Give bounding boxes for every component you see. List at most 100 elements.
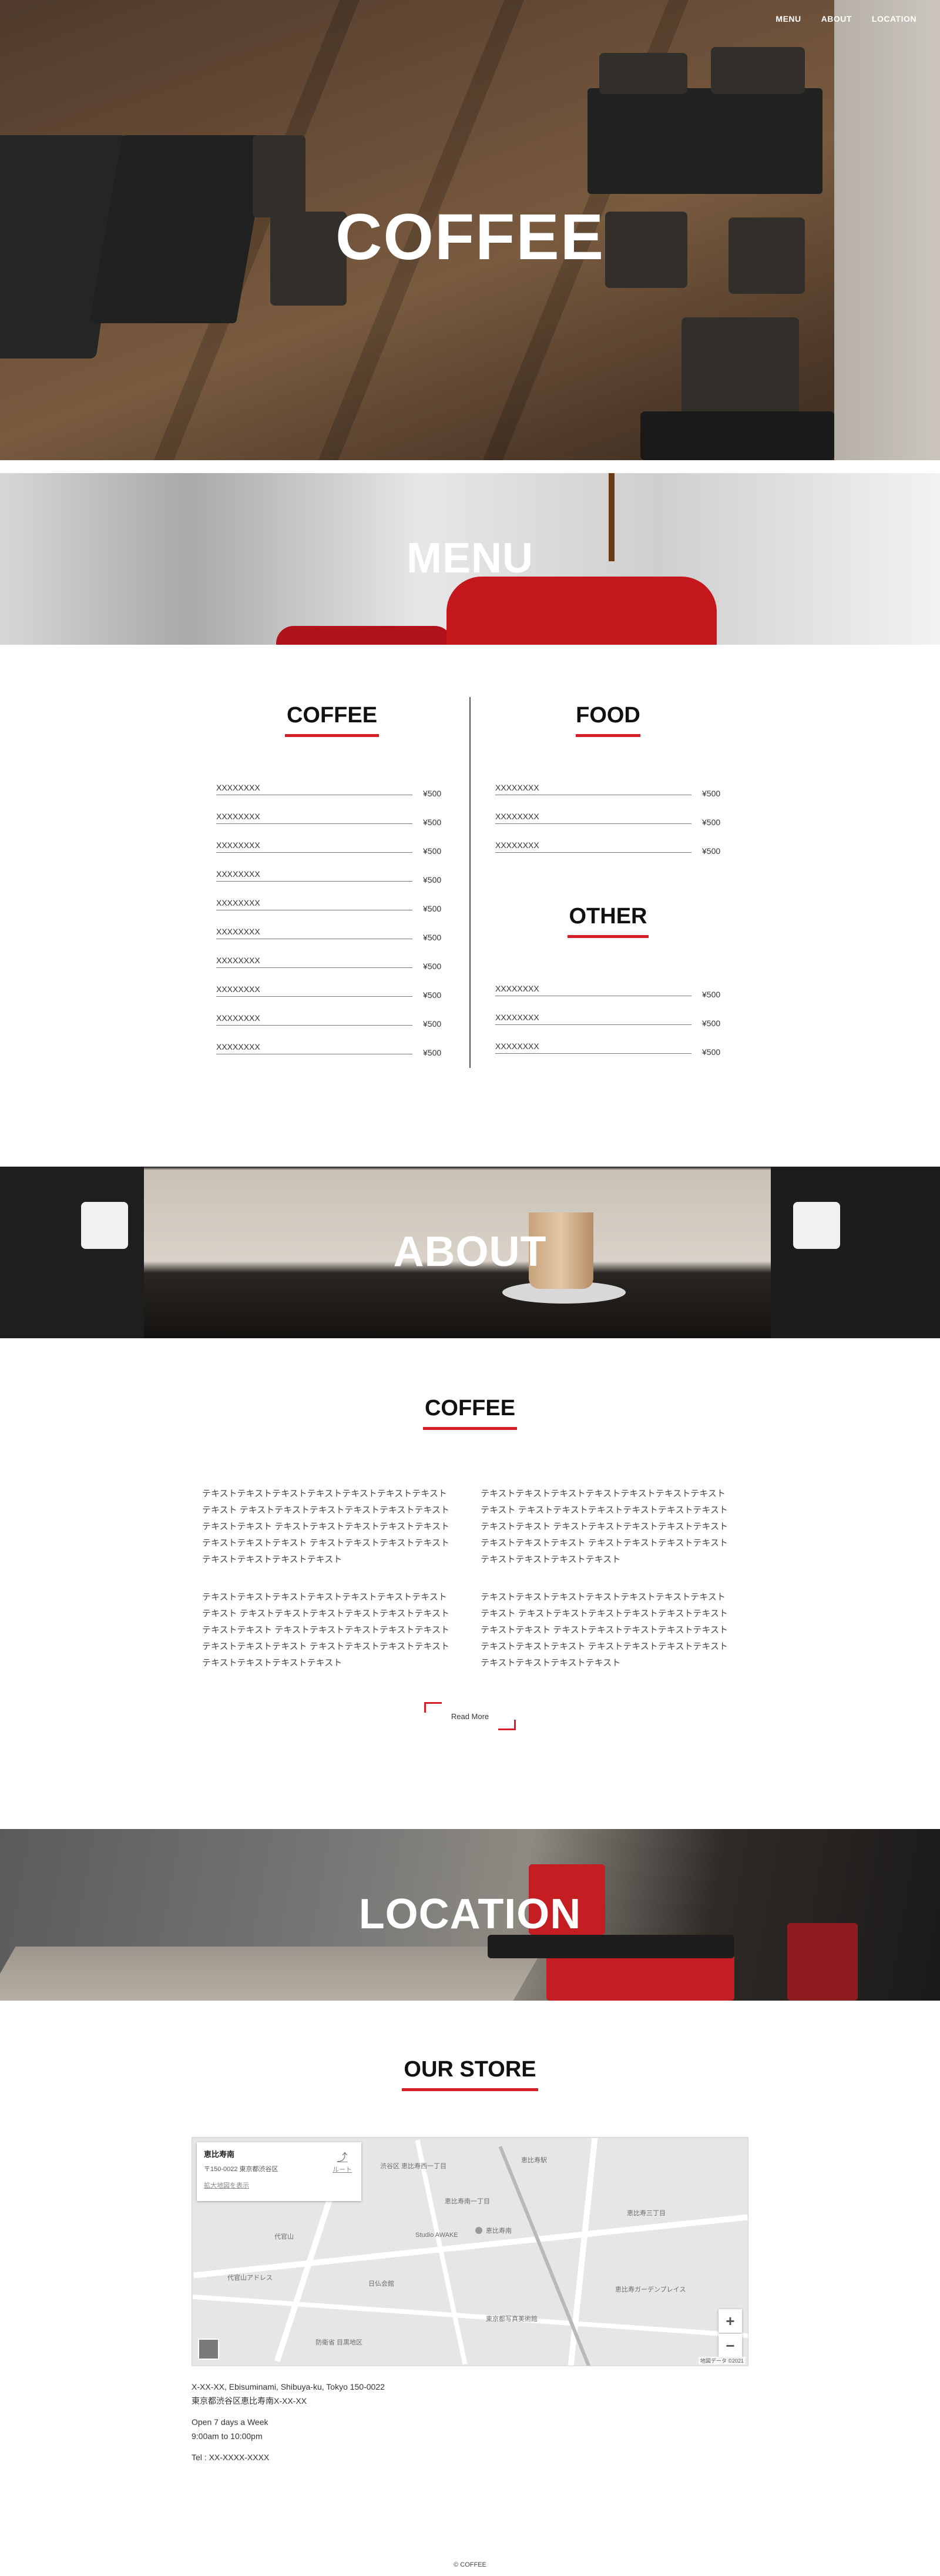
address-japanese: 東京都渋谷区恵比寿南X-XX-XX	[192, 2396, 307, 2406]
menu-item-price: ¥500	[702, 990, 721, 999]
map-road	[192, 2294, 748, 2339]
zoom-out-button[interactable]: −	[719, 2334, 742, 2357]
about-banner: ABOUT	[0, 1167, 940, 1338]
zoom-in-button[interactable]: +	[719, 2309, 742, 2333]
nav-about-link[interactable]: ABOUT	[821, 14, 852, 24]
red-cup	[446, 577, 717, 645]
menu-item-name: XXXXXXXX	[216, 956, 260, 965]
table-top	[488, 1935, 734, 1958]
phone-number: Tel : XX-XXXX-XXXX	[192, 2453, 270, 2462]
enlarge-map-link[interactable]: 拡大地図を表示	[204, 2180, 249, 2190]
hero-section: COFFEE MENU ABOUT LOCATION	[0, 0, 940, 460]
hours-time: 9:00am to 10:00pm	[192, 2431, 263, 2441]
store-heading: OUR STORE	[376, 2057, 564, 2091]
heading-underline	[576, 734, 640, 737]
menu-item-name: XXXXXXXX	[495, 984, 539, 993]
menu-item-name: XXXXXXXX	[495, 812, 539, 821]
map-label: 日仏会館	[368, 2280, 394, 2287]
menu-item-name: XXXXXXXX	[216, 812, 260, 821]
menu-banner: MENU	[0, 473, 940, 645]
menu-item-name: XXXXXXXX	[216, 927, 260, 936]
top-nav: MENU ABOUT LOCATION	[776, 14, 916, 24]
menu-item-price: ¥500	[702, 1019, 721, 1028]
dotted-rule	[495, 852, 691, 853]
food-menu-heading: FOOD	[558, 703, 658, 737]
heading-underline	[568, 935, 649, 938]
heading-underline	[402, 2088, 538, 2091]
map-label: Studio AWAKE	[415, 2232, 458, 2239]
menu-item-price: ¥500	[702, 789, 721, 798]
store-map[interactable]: 恵比寿南 渋谷区 恵比寿西一丁目 恵比寿駅 恵比寿南一丁目 Studio AWA…	[192, 2137, 748, 2366]
other-menu-heading: OTHER	[558, 904, 658, 938]
map-label: 恵比寿駅	[521, 2157, 547, 2164]
menu-item-name: XXXXXXXX	[216, 898, 260, 907]
menu-item-price: ¥500	[423, 818, 442, 827]
about-banner-title: ABOUT	[393, 1228, 547, 1275]
menu-item-name: XXXXXXXX	[495, 783, 539, 792]
menu-item-price: ¥500	[423, 1048, 442, 1057]
about-paragraph: テキストテキストテキストテキストテキストテキストテキストテキスト テキストテキス…	[481, 1489, 728, 1565]
dotted-rule	[216, 823, 412, 824]
menu-item-name: XXXXXXXX	[216, 869, 260, 879]
menu-item-price: ¥500	[702, 1047, 721, 1057]
menu-item-name: XXXXXXXX	[216, 1013, 260, 1023]
map-label: 恵比寿南	[486, 2227, 512, 2235]
map-label: 代官山アドレス	[227, 2274, 273, 2282]
nav-location-link[interactable]: LOCATION	[872, 14, 916, 24]
read-more-label: Read More	[451, 1711, 489, 1721]
location-banner-title: LOCATION	[358, 1891, 582, 1938]
dotted-rule	[495, 1053, 691, 1054]
directions-label: ルート	[333, 2166, 352, 2173]
location-banner: LOCATION	[0, 1829, 940, 2001]
menu-item-name: XXXXXXXX	[216, 840, 260, 850]
about-paragraph: テキストテキストテキストテキストテキストテキストテキストテキスト テキストテキス…	[481, 1592, 728, 1668]
footer-copyright: © COFFEE	[454, 2561, 486, 2568]
heading-underline	[423, 1427, 517, 1430]
map-layer-toggle[interactable]	[198, 2339, 219, 2360]
menu-divider	[469, 697, 471, 1068]
directions-button[interactable]: ⤴ ルート	[333, 2149, 352, 2174]
store-title: OUR STORE	[404, 2057, 536, 2082]
menu-item-price: ¥500	[423, 789, 442, 798]
address-english: X-XX-XX, Ebisuminami, Shibuya-ku, Tokyo …	[192, 2382, 385, 2391]
map-place-address: 〒150-0022 東京都渋谷区	[204, 2166, 278, 2173]
dotted-rule	[216, 1025, 412, 1026]
coffee-menu-heading: COFFEE	[282, 703, 382, 737]
directions-icon: ⤴	[337, 2152, 348, 2163]
hero-title: COFFEE	[335, 201, 605, 273]
map-marker-icon	[475, 2227, 482, 2234]
menu-item-price: ¥500	[423, 962, 442, 971]
menu-item-price: ¥500	[423, 990, 442, 1000]
menu-item-price: ¥500	[423, 875, 442, 885]
nav-menu-link[interactable]: MENU	[776, 14, 801, 24]
map-place-name: 恵比寿南	[204, 2150, 235, 2159]
menu-item-price: ¥500	[702, 846, 721, 856]
menu-item-price: ¥500	[702, 818, 721, 827]
about-heading: COFFEE	[411, 1396, 529, 1430]
map-label: 東京都写真美術館	[486, 2316, 538, 2323]
dotted-rule	[216, 852, 412, 853]
map-label: 恵比寿三丁目	[627, 2210, 666, 2217]
menu-item-name: XXXXXXXX	[216, 984, 260, 994]
hours-days: Open 7 days a Week	[192, 2417, 268, 2427]
corner-bracket	[498, 1720, 516, 1730]
read-more-button[interactable]: Read More	[424, 1702, 516, 1730]
dotted-rule	[216, 881, 412, 882]
map-label: 恵比寿南一丁目	[445, 2198, 490, 2205]
about-paragraph: テキストテキストテキストテキストテキストテキストテキストテキスト テキストテキス…	[202, 1489, 450, 1565]
menu-item-name: XXXXXXXX	[216, 783, 260, 792]
sidewalk	[0, 1947, 545, 2001]
map-label: 防衛省 目黒地区	[315, 2339, 363, 2346]
map-info-card: 恵比寿南 〒150-0022 東京都渋谷区 拡大地図を表示 ⤴ ルート	[197, 2142, 361, 2201]
menu-banner-title: MENU	[407, 535, 533, 582]
menu-item-name: XXXXXXXX	[495, 840, 539, 850]
about-paragraph: テキストテキストテキストテキストテキストテキストテキストテキスト テキストテキス…	[202, 1592, 450, 1668]
map-label: 代官山	[274, 2233, 294, 2240]
map-attribution: 地図データ ©2021	[698, 2357, 746, 2364]
menu-item-name: XXXXXXXX	[216, 1042, 260, 1051]
map-road	[568, 2138, 598, 2366]
dotted-rule	[495, 1024, 691, 1025]
menu-item-name: XXXXXXXX	[495, 1013, 539, 1022]
about-title: COFFEE	[424, 1396, 516, 1421]
menu-item-name: XXXXXXXX	[495, 1041, 539, 1051]
